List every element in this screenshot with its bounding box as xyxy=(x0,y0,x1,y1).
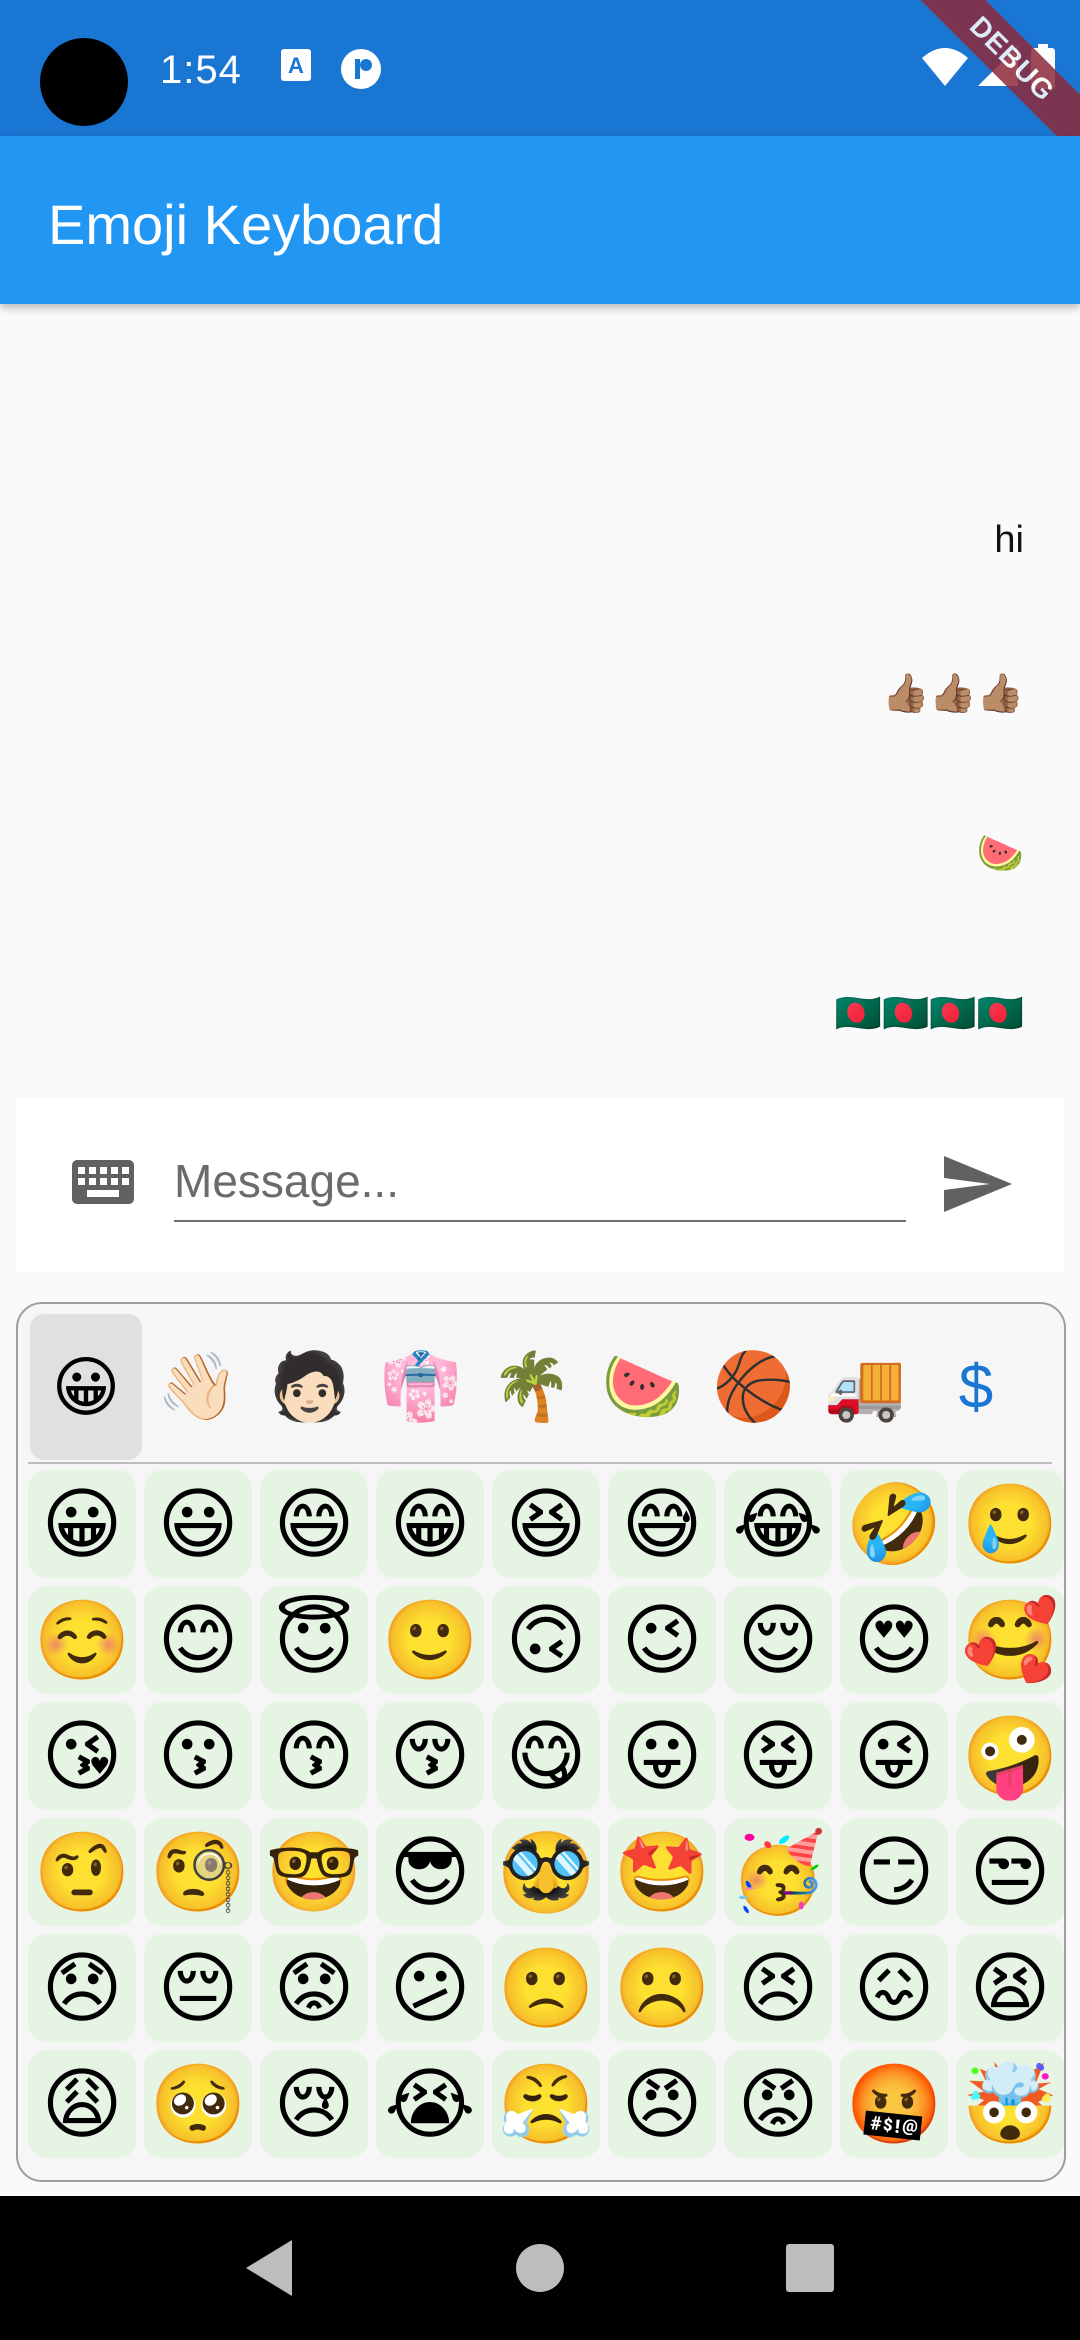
emoji-category-bar: 😀 👋🏻 🧑🏻 👘 🌴 🍉 🏀 🚚 $ xyxy=(18,1304,1064,1462)
emoji-cell[interactable]: 😇 xyxy=(260,1586,368,1694)
page-title: Emoji Keyboard xyxy=(48,193,444,256)
emoji-cell[interactable]: 😂 xyxy=(724,1470,832,1578)
emoji-cell[interactable]: 😔 xyxy=(144,1934,252,2042)
emoji-cell[interactable]: 😁 xyxy=(376,1470,484,1578)
message-input[interactable] xyxy=(174,1142,906,1222)
emoji-cell[interactable]: 🥺 xyxy=(144,2050,252,2158)
category-travel-tab[interactable]: 🚚 xyxy=(809,1314,921,1460)
emoji-cell[interactable]: 🥳 xyxy=(724,1818,832,1926)
emoji-cell[interactable]: 🙃 xyxy=(492,1586,600,1694)
emoji-cell[interactable]: 😆 xyxy=(492,1470,600,1578)
emoji-cell[interactable]: 🤬 xyxy=(840,2050,948,2158)
message-item: 👍🏽👍🏽👍🏽 xyxy=(882,673,1024,715)
emoji-cell[interactable]: ☹️ xyxy=(608,1934,716,2042)
emoji-cell[interactable]: 🤣 xyxy=(840,1470,948,1578)
emoji-cell[interactable]: 🤯 xyxy=(956,2050,1064,2158)
text-a-icon: A xyxy=(280,48,318,90)
emoji-cell[interactable]: 😡 xyxy=(724,2050,832,2158)
category-person-tab[interactable]: 🧑🏻 xyxy=(254,1314,366,1460)
emoji-cell[interactable]: 😭 xyxy=(376,2050,484,2158)
emoji-cell[interactable]: 😗 xyxy=(144,1702,252,1810)
record-icon xyxy=(340,48,381,90)
message-item: 🇧🇩🇧🇩🇧🇩🇧🇩 xyxy=(834,993,1024,1035)
system-navigation-bar xyxy=(0,2196,1080,2340)
emoji-cell[interactable]: 🤩 xyxy=(608,1818,716,1926)
status-bar: 1:54 A DEBUG xyxy=(0,0,1080,168)
emoji-cell[interactable]: 🤨 xyxy=(28,1818,136,1926)
category-food-tab[interactable]: 🍉 xyxy=(587,1314,699,1460)
category-symbols-tab[interactable]: $ xyxy=(920,1314,1032,1460)
emoji-cell[interactable]: 😌 xyxy=(724,1586,832,1694)
category-nature-tab[interactable]: 🌴 xyxy=(476,1314,588,1460)
message-composer xyxy=(16,1098,1064,1272)
emoji-cell[interactable]: 🥲 xyxy=(956,1470,1064,1578)
emoji-cell[interactable]: 😃 xyxy=(144,1470,252,1578)
category-activity-tab[interactable]: 🏀 xyxy=(698,1314,810,1460)
wifi-icon xyxy=(920,44,970,93)
emoji-cell[interactable]: 😤 xyxy=(492,2050,600,2158)
emoji-cell[interactable]: 😚 xyxy=(376,1702,484,1810)
emoji-cell[interactable]: 😜 xyxy=(840,1702,948,1810)
svg-text:A: A xyxy=(288,53,304,78)
emoji-cell[interactable]: ☺️ xyxy=(28,1586,136,1694)
camera-cutout xyxy=(40,38,128,126)
emoji-cell[interactable]: 😢 xyxy=(260,2050,368,2158)
category-smileys-tab[interactable]: 😀 xyxy=(30,1314,142,1460)
app-bar: Emoji Keyboard xyxy=(0,136,1080,304)
emoji-cell[interactable]: 😟 xyxy=(260,1934,368,2042)
emoji-cell[interactable]: 🤪 xyxy=(956,1702,1064,1810)
emoji-cell[interactable]: 🥸 xyxy=(492,1818,600,1926)
emoji-cell[interactable]: 😛 xyxy=(608,1702,716,1810)
emoji-cell[interactable]: 😉 xyxy=(608,1586,716,1694)
emoji-cell[interactable]: 😕 xyxy=(376,1934,484,2042)
emoji-cell[interactable]: 🙂 xyxy=(376,1586,484,1694)
emoji-cell[interactable]: 😀 xyxy=(28,1470,136,1578)
emoji-cell[interactable]: 😫 xyxy=(956,1934,1064,2042)
emoji-cell[interactable]: 🥰 xyxy=(956,1586,1064,1694)
emoji-cell[interactable]: 😝 xyxy=(724,1702,832,1810)
emoji-cell[interactable]: 😅 xyxy=(608,1470,716,1578)
category-people-tab[interactable]: 👋🏻 xyxy=(142,1314,254,1460)
keyboard-icon[interactable] xyxy=(72,1160,134,1209)
status-time: 1:54 xyxy=(160,48,242,92)
chat-area: hi 👍🏽👍🏽👍🏽 🍉 🇧🇩🇧🇩🇧🇩🇧🇩 xyxy=(0,304,1080,1098)
emoji-picker: 😀 👋🏻 🧑🏻 👘 🌴 🍉 🏀 🚚 $ 😀 😃 😄 😁 😆 😅 😂 🤣 🥲 ☺️ 😊 😇 🙂 🙃 😉 😌 😍 🥰 😘… xyxy=(16,1302,1066,2182)
emoji-cell[interactable]: 🙁 xyxy=(492,1934,600,2042)
emoji-cell[interactable]: 😩 xyxy=(28,2050,136,2158)
home-icon[interactable] xyxy=(514,2232,566,2309)
emoji-cell[interactable]: 😎 xyxy=(376,1818,484,1926)
category-divider xyxy=(28,1462,1052,1464)
emoji-cell[interactable]: 😠 xyxy=(608,2050,716,2158)
emoji-cell[interactable]: 😏 xyxy=(840,1818,948,1926)
back-icon[interactable] xyxy=(240,2232,300,2309)
recents-icon[interactable] xyxy=(784,2232,836,2309)
message-item: hi xyxy=(994,519,1024,561)
emoji-cell[interactable]: 😒 xyxy=(956,1818,1064,1926)
emoji-cell[interactable]: 😍 xyxy=(840,1586,948,1694)
emoji-cell[interactable]: 😘 xyxy=(28,1702,136,1810)
emoji-cell[interactable]: 😋 xyxy=(492,1702,600,1810)
emoji-cell[interactable]: 😞 xyxy=(28,1934,136,2042)
emoji-cell[interactable]: 🧐 xyxy=(144,1818,252,1926)
message-item: 🍉 xyxy=(976,833,1024,875)
category-clothing-tab[interactable]: 👘 xyxy=(365,1314,477,1460)
send-button[interactable] xyxy=(942,1154,1014,1219)
emoji-cell[interactable]: 😄 xyxy=(260,1470,368,1578)
emoji-cell[interactable]: 🤓 xyxy=(260,1818,368,1926)
emoji-cell[interactable]: 😊 xyxy=(144,1586,252,1694)
emoji-cell[interactable]: 😙 xyxy=(260,1702,368,1810)
emoji-cell[interactable]: 😣 xyxy=(724,1934,832,2042)
emoji-cell[interactable]: 😖 xyxy=(840,1934,948,2042)
